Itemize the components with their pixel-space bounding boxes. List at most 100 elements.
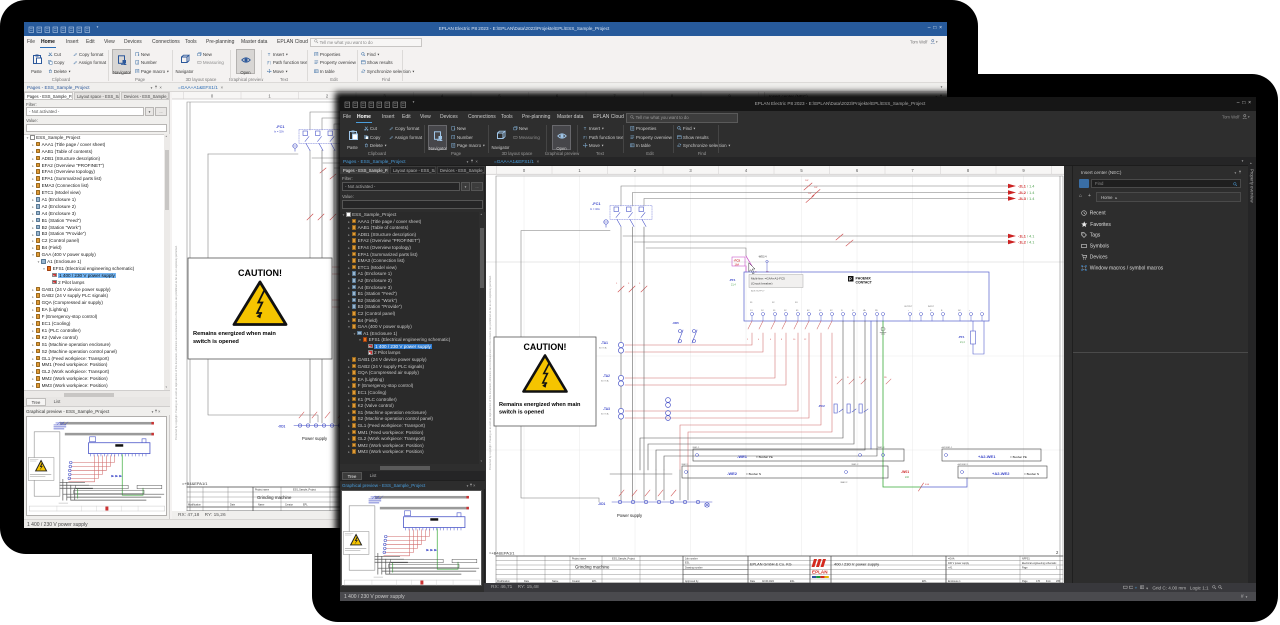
svg-text:|T|: |T|	[267, 61, 271, 65]
svg-text:-FC5: -FC5	[734, 259, 741, 263]
svg-text:3: 3	[628, 283, 630, 285]
svg-text:-XD1: -XD1	[278, 425, 285, 429]
svg-text:PE: PE	[875, 310, 878, 312]
svg-text:P: P	[849, 277, 852, 282]
svg-text:-2L1: -2L1	[1018, 185, 1026, 189]
svg-text:-TA1: -TA1	[601, 341, 608, 345]
svg-text:/ 1.4: / 1.4	[1027, 197, 1034, 201]
svg-text:6: 6	[770, 339, 772, 341]
svg-text:ESS_Sample_Project: ESS_Sample_Project	[612, 558, 635, 561]
svg-text:-WE1: -WE1	[737, 454, 748, 459]
svg-text:ESL: ESL	[685, 562, 690, 565]
svg-text:4: 4	[758, 339, 760, 341]
svg-text:-FC1: -FC1	[592, 202, 600, 206]
svg-text:Power supply: Power supply	[302, 436, 328, 441]
svg-text:1W: 1W	[814, 187, 818, 189]
svg-text:/ 4.1: / 4.1	[1027, 235, 1034, 239]
svg-text:400 V power supply: 400 V power supply	[948, 562, 970, 565]
svg-text:50 / 5 A: 50 / 5 A	[601, 413, 609, 416]
svg-text:5: 5	[639, 283, 641, 285]
svg-text:B: B	[941, 310, 943, 312]
svg-text:-PC2: -PC2	[818, 404, 825, 408]
svg-text:-TA2: -TA2	[603, 374, 610, 378]
svg-text:Multi-line: =GAA+A1-FC5: Multi-line: =GAA+A1-FC5	[751, 277, 785, 281]
svg-text:-WD3.4: -WD3.4	[758, 256, 767, 259]
svg-text:-2L3: -2L3	[1018, 197, 1026, 201]
svg-text:Modification: Modification	[188, 504, 201, 507]
svg-text:-WE2.2: -WE2.2	[840, 482, 848, 484]
svg-text:-: -	[919, 310, 920, 312]
svg-text:NC: NC	[958, 310, 961, 312]
svg-text:1: 1	[616, 283, 618, 285]
svg-text:Protected by copyright. Passin: Protected by copyright. Passing on as we…	[488, 275, 492, 470]
svg-text:Name: Name	[258, 504, 265, 507]
svg-text:K1: K1	[819, 310, 822, 312]
svg-text:+A2-WE1: +A2-WE1	[978, 454, 996, 459]
svg-text:Power supply: Power supply	[617, 513, 643, 518]
svg-text:= Busbar PE: = Busbar PE	[1010, 455, 1027, 459]
svg-text:switch is opened: switch is opened	[499, 410, 545, 416]
svg-text:Job number: Job number	[685, 558, 698, 561]
svg-text:N: N	[835, 377, 837, 379]
svg-text:1: 1	[452, 135, 454, 139]
svg-text:Electrical engineering schemat: Electrical engineering schematic	[1022, 562, 1057, 565]
svg-text:N: N	[841, 310, 843, 312]
svg-text:INPUT: INPUT	[928, 306, 935, 308]
svg-text:-PF1: -PF1	[729, 278, 736, 282]
svg-text:1W: 1W	[805, 180, 809, 182]
svg-text:S1: S1	[750, 302, 753, 304]
svg-text:-XD1: -XD1	[598, 502, 605, 506]
svg-text:Remains energized when main: Remains energized when main	[499, 402, 581, 408]
svg-text:NFPS1: NFPS1	[1022, 558, 1030, 561]
svg-text:EPL: EPL	[303, 504, 308, 507]
svg-text:CAUTION!: CAUTION!	[238, 268, 282, 278]
svg-text:-W01: -W01	[901, 470, 909, 474]
svg-text:+A2-WE2: +A2-WE2	[992, 471, 1010, 476]
svg-text:T: T	[584, 126, 587, 131]
svg-text:PE: PE	[884, 377, 887, 379]
svg-text:8: 8	[781, 339, 783, 341]
svg-text:(Circuit breaker): (Circuit breaker)	[751, 282, 773, 286]
svg-text:10: 10	[793, 339, 796, 341]
svg-text:Date: Date	[230, 504, 236, 507]
svg-text:VA: VA	[863, 309, 866, 312]
svg-text:D2: D2	[761, 310, 764, 312]
svg-text:N: N	[852, 310, 854, 312]
svg-text:1: 1	[136, 60, 138, 64]
svg-text:CONTACT: CONTACT	[856, 281, 873, 285]
svg-text:+: +	[969, 310, 971, 312]
svg-text:Protected by copyright. Passin: Protected by copyright. Passing on as we…	[174, 245, 178, 440]
svg-text:-FC1: -FC1	[276, 125, 284, 129]
svg-text:S1: S1	[773, 310, 776, 312]
svg-text:N: N	[847, 377, 849, 379]
svg-text:= Busbar PE: = Busbar PE	[756, 455, 773, 459]
svg-text:-1L2: -1L2	[1018, 241, 1026, 245]
svg-text:In = 32A: In = 32A	[590, 207, 600, 211]
svg-text:4G6: 4G6	[925, 484, 930, 486]
svg-text:21,4: 21,4	[731, 284, 736, 287]
svg-text:= Busbar N: = Busbar N	[746, 472, 761, 476]
svg-text:T: T	[268, 52, 271, 57]
svg-text:-: -	[980, 310, 981, 312]
svg-text:B: B	[930, 310, 932, 312]
svg-text:/ 1.4: / 1.4	[1027, 191, 1034, 195]
svg-text:2: 2	[747, 339, 749, 341]
svg-text:S2: S2	[784, 310, 787, 312]
svg-text:-PF1: -PF1	[958, 335, 965, 339]
svg-text:Project name: Project name	[572, 558, 587, 561]
svg-text:In = 32A: In = 32A	[274, 130, 284, 134]
svg-text:CAUTION!: CAUTION!	[523, 342, 566, 352]
svg-text:E1: E1	[796, 310, 799, 312]
svg-text:switch is opened: switch is opened	[193, 339, 239, 345]
svg-text:-TA3: -TA3	[603, 407, 610, 411]
svg-text:= Busbar N: = Busbar N	[1024, 472, 1039, 476]
svg-text:-WE1.3: -WE1.3	[877, 447, 885, 449]
svg-text:50 / 5 A: 50 / 5 A	[599, 347, 607, 350]
svg-text:+A2-WE2.1: +A2-WE2.1	[957, 463, 969, 466]
svg-text:ESS_Sample_Project: ESS_Sample_Project	[293, 489, 316, 492]
svg-text:1: 1	[1056, 567, 1058, 570]
svg-text:Grinding machine: Grinding machine	[575, 565, 610, 570]
svg-text:/ 4.1: / 4.1	[1027, 241, 1034, 245]
svg-text:OUTPUT: OUTPUT	[904, 306, 913, 308]
svg-text:1W: 1W	[808, 193, 812, 195]
